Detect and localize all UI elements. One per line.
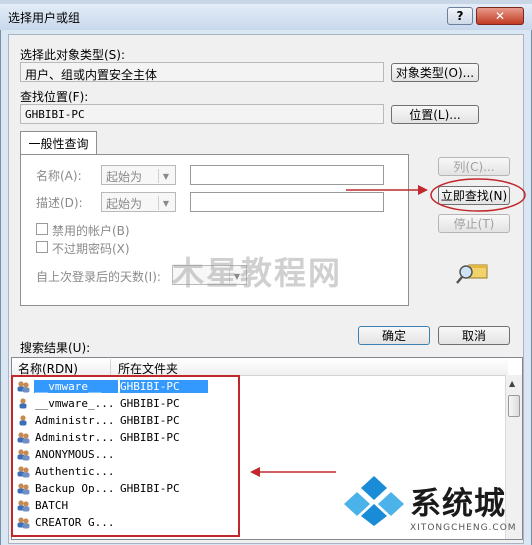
- description-operator-value: 起始为: [106, 197, 143, 211]
- results-scrollbar[interactable]: ▲: [505, 375, 522, 539]
- brand-url: XITONGCHENG.COM: [410, 523, 517, 533]
- days-since-logon-label: 自上次登录后的天数(I):: [36, 270, 161, 284]
- location-field: GHBIBI-PC: [20, 104, 384, 124]
- close-button[interactable]: ✕: [476, 7, 524, 25]
- columns-button[interactable]: 列(C)...: [438, 157, 510, 176]
- column-divider: [110, 359, 111, 375]
- ok-button[interactable]: 确定: [358, 326, 430, 345]
- window-title: 选择用户或组: [8, 11, 81, 25]
- help-button[interactable]: ?: [447, 7, 473, 25]
- chevron-down-icon: ▼: [158, 169, 173, 183]
- scroll-thumb[interactable]: [508, 395, 520, 417]
- no-expire-password-checkbox[interactable]: [36, 241, 48, 253]
- name-input[interactable]: [190, 165, 384, 185]
- brand-name: 系统城: [410, 486, 506, 522]
- search-results-label: 搜索结果(U):: [20, 341, 91, 355]
- find-now-highlight-ellipse: [430, 178, 526, 212]
- results-header: 名称(RDN) 所在文件夹: [12, 358, 508, 376]
- object-type-label: 选择此对象类型(S):: [20, 48, 126, 62]
- name-operator-value: 起始为: [106, 170, 143, 184]
- object-types-button[interactable]: 对象类型(O)...: [391, 63, 479, 82]
- name-operator-select[interactable]: 起始为 ▼: [101, 165, 176, 185]
- scroll-up-icon[interactable]: ▲: [509, 379, 519, 389]
- description-label: 描述(D):: [36, 196, 83, 210]
- stop-button[interactable]: 停止(T): [438, 214, 510, 233]
- site-watermark: 木星教程网: [172, 254, 343, 292]
- no-expire-password-label: 不过期密码(X): [52, 242, 130, 256]
- disabled-accounts-checkbox[interactable]: [36, 223, 48, 235]
- tab-general-query[interactable]: 一般性查询: [20, 131, 97, 155]
- cancel-button[interactable]: 取消: [438, 326, 510, 345]
- disabled-accounts-label: 禁用的帐户(B): [52, 224, 130, 238]
- object-type-field: 用户、组或内置安全主体: [20, 62, 384, 82]
- results-highlight-box: [11, 375, 240, 537]
- location-label: 查找位置(F):: [20, 90, 89, 104]
- chevron-down-icon: ▼: [158, 196, 173, 210]
- annotation-arrow-icon: [346, 185, 428, 195]
- results-arrow-icon: [250, 467, 336, 477]
- name-label: 名称(A):: [36, 169, 82, 183]
- brand-logo-icon: [344, 476, 404, 526]
- description-operator-select[interactable]: 起始为 ▼: [101, 192, 176, 212]
- search-magnifier-icon: [456, 264, 488, 284]
- locations-button[interactable]: 位置(L)...: [391, 105, 479, 124]
